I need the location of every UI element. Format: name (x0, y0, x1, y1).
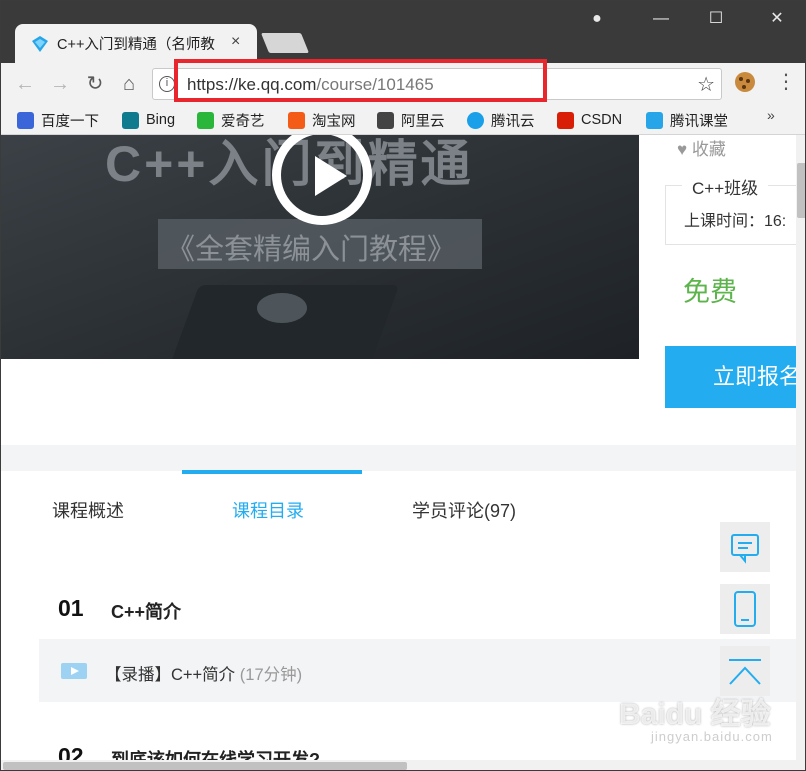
tab-catalog[interactable]: 课程目录 (232, 497, 304, 523)
bookmark-label: Bing (146, 112, 176, 128)
browser-menu-icon[interactable]: ⋮ (776, 70, 796, 94)
tencent-class-favicon-icon (32, 36, 48, 52)
section-divider (1, 445, 796, 471)
bookmark-label: 百度一下 (41, 113, 99, 130)
class-time: 上课时间：16: (684, 213, 787, 230)
bookmark-iqiyi[interactable]: 爱奇艺 (197, 110, 265, 130)
tab-overview[interactable]: 课程概述 (52, 497, 124, 523)
lesson-duration: (17分钟) (239, 666, 303, 684)
watermark-subtext: jingyan.baidu.com (651, 729, 773, 744)
bookmark-bing[interactable]: Bing (122, 110, 175, 130)
bookmark-label: 阿里云 (401, 113, 445, 130)
tencent-class-icon (646, 111, 663, 129)
course-price: 免费 (683, 277, 737, 307)
tab-close-icon[interactable]: × (231, 33, 240, 51)
key-logo-graphic (257, 293, 307, 323)
bookmark-aliyun[interactable]: 阿里云 (377, 110, 445, 130)
forward-arrow-icon[interactable]: → (46, 70, 74, 98)
vertical-scrollbar[interactable] (796, 135, 805, 770)
taobao-icon (288, 111, 305, 129)
feedback-button[interactable] (720, 522, 770, 572)
bookmark-label: 淘宝网 (312, 113, 356, 130)
site-info-icon[interactable]: i (159, 76, 175, 92)
tab-title: C++入门到精通（名师教 (57, 37, 215, 53)
bookmarks-more-icon[interactable]: » (767, 107, 775, 123)
browser-tab[interactable]: C++入门到精通（名师教 × (15, 24, 257, 63)
csdn-icon (557, 111, 574, 129)
url-highlight-box (174, 59, 547, 102)
aliyun-icon (377, 111, 394, 129)
bookmark-star-icon[interactable]: ☆ (697, 72, 715, 97)
bing-icon (122, 111, 139, 129)
home-icon[interactable]: ⌂ (115, 70, 143, 98)
course-page: C++入门到精通 《全套精编入门教程》 ♥ 收藏 C++班级 上课时间：16: … (1, 135, 796, 770)
extension-cookie-icon[interactable] (735, 72, 755, 92)
bookmark-label: 腾讯课堂 (670, 113, 728, 130)
bookmark-tencent-cloud[interactable]: 腾讯云 (467, 110, 535, 130)
play-icon[interactable] (272, 135, 372, 225)
lesson-title: 【录播】C++简介 (17分钟) (105, 661, 302, 685)
minimize-button[interactable]: — (646, 6, 676, 32)
reload-icon[interactable]: ↻ (81, 70, 109, 98)
mobile-app-button[interactable] (720, 584, 770, 634)
maximize-button[interactable]: ☐ (701, 6, 731, 32)
bookmark-label: 腾讯云 (491, 113, 535, 130)
mobile-phone-icon (734, 591, 756, 627)
browser-window: C++入门到精通（名师教 × ● — ☐ ✕ ← → ↻ ⌂ i https:/… (0, 0, 806, 771)
watermark-text: Baidu 经验 (619, 698, 771, 731)
bookmark-label: CSDN (581, 112, 623, 128)
bookmark-taobao[interactable]: 淘宝网 (288, 110, 356, 130)
baidu-paw-icon (17, 111, 34, 129)
back-arrow-icon[interactable]: ← (11, 70, 39, 98)
enroll-button[interactable]: 立即报名 (665, 346, 796, 408)
iqiyi-icon (197, 111, 214, 129)
profile-icon[interactable]: ● (582, 6, 612, 32)
video-cover-subtitle: 《全套精编入门教程》 (166, 234, 457, 266)
tab-reviews[interactable]: 学员评论(97) (412, 497, 516, 523)
chapter-title: C++简介 (111, 602, 182, 622)
new-tab-button[interactable] (260, 33, 310, 53)
favorite-button[interactable]: ♥ 收藏 (677, 135, 726, 160)
bookmarks-bar: 百度一下 Bing 爱奇艺 淘宝网 阿里云 腾讯云 CSDN 腾讯课堂 » (1, 105, 805, 135)
video-lesson-icon (61, 663, 87, 679)
horizontal-scrollbar[interactable] (1, 760, 796, 770)
class-name: C++班级 (682, 174, 769, 199)
bookmark-baidu[interactable]: 百度一下 (17, 110, 99, 130)
chat-icon (731, 534, 759, 564)
chapter-number: 01 (58, 595, 84, 621)
bookmark-tencent-class[interactable]: 腾讯课堂 (646, 110, 728, 130)
vertical-scroll-thumb[interactable] (797, 163, 805, 218)
bookmark-label: 爱奇艺 (221, 113, 265, 130)
tencent-cloud-icon (467, 111, 484, 129)
tab-strip: C++入门到精通（名师教 × ● — ☐ ✕ (1, 1, 805, 63)
course-video-player[interactable]: C++入门到精通 《全套精编入门教程》 (1, 135, 639, 359)
lesson-name: 【录播】C++简介 (105, 666, 236, 684)
horizontal-scroll-thumb[interactable] (3, 762, 407, 770)
active-tab-indicator (182, 470, 362, 474)
close-window-button[interactable]: ✕ (762, 6, 792, 32)
class-info-box: C++班级 上课时间：16: (665, 174, 796, 245)
bookmark-csdn[interactable]: CSDN (557, 110, 622, 130)
